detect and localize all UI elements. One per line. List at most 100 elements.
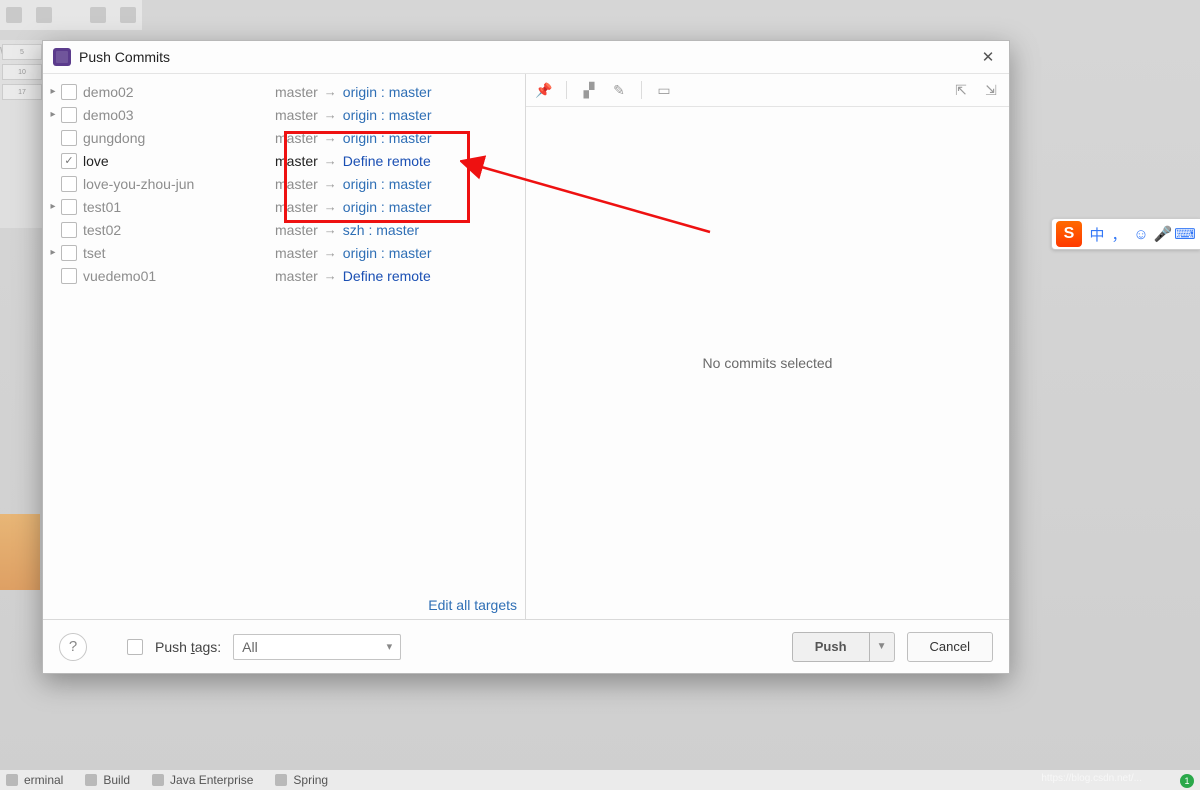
expand-icon[interactable]: ⇱ bbox=[951, 80, 971, 100]
ime-panel[interactable]: S 中 ， ☺ 🎤 ⌨ bbox=[1051, 218, 1200, 250]
help-icon[interactable]: ? bbox=[59, 633, 87, 661]
gutter: 5 10 17 bbox=[0, 40, 44, 228]
branch-mapping[interactable]: master→origin : master bbox=[275, 199, 432, 215]
expander-icon[interactable]: ▸ bbox=[47, 109, 59, 121]
arrow-icon: → bbox=[324, 153, 337, 168]
remote-branch-link[interactable]: origin : master bbox=[343, 245, 432, 261]
repo-name: love bbox=[83, 153, 213, 169]
repo-checkbox[interactable] bbox=[61, 199, 77, 215]
branch-mapping[interactable]: master → szh : master bbox=[275, 222, 419, 238]
repo-row[interactable]: ▸lovemaster→Define remote bbox=[43, 149, 525, 172]
repo-row[interactable]: ▸tsetmaster→origin : master bbox=[43, 241, 525, 264]
repo-checkbox[interactable] bbox=[61, 245, 77, 261]
repo-checkbox[interactable] bbox=[61, 153, 77, 169]
dialog-titlebar[interactable]: Push Commits ✕ bbox=[43, 41, 1009, 74]
expander-icon[interactable]: ▸ bbox=[47, 201, 59, 213]
remote-branch-link[interactable]: origin : master bbox=[343, 199, 432, 215]
remote-branch-link[interactable]: origin : master bbox=[343, 176, 432, 192]
push-button-group: Push ▼ bbox=[792, 632, 895, 662]
repo-checkbox[interactable] bbox=[61, 107, 77, 123]
ime-punct[interactable]: ， bbox=[1108, 224, 1130, 245]
ime-emoji-icon[interactable]: ☺ bbox=[1130, 226, 1152, 243]
repo-name: gungdong bbox=[83, 130, 213, 146]
push-tags-checkbox[interactable] bbox=[127, 639, 143, 655]
close-icon[interactable]: ✕ bbox=[977, 46, 999, 68]
status-tab[interactable]: erminal bbox=[6, 773, 63, 787]
repo-row[interactable]: ▸test02master→szh : master bbox=[43, 218, 525, 241]
arrow-icon: → bbox=[324, 245, 337, 260]
branch-mapping[interactable]: master→origin : master bbox=[275, 130, 432, 146]
status-tab[interactable]: Build bbox=[85, 773, 130, 787]
intellij-icon bbox=[53, 48, 71, 66]
collapse-icon[interactable]: ⇲ bbox=[981, 80, 1001, 100]
repo-checkbox[interactable] bbox=[61, 222, 77, 238]
java-icon bbox=[152, 774, 164, 786]
gutter-cell: 10 bbox=[2, 64, 42, 80]
status-tab[interactable]: Java Enterprise bbox=[152, 773, 253, 787]
branch-mapping[interactable]: master→origin : master bbox=[275, 84, 432, 100]
repo-name: test02 bbox=[83, 222, 213, 238]
edit-icon[interactable]: ✎ bbox=[609, 80, 629, 100]
define-remote-link[interactable]: Define remote bbox=[343, 153, 431, 169]
cancel-button[interactable]: Cancel bbox=[907, 632, 993, 662]
branch-mapping[interactable]: master → origin : master bbox=[275, 245, 432, 261]
arrow-icon: → bbox=[324, 268, 337, 283]
expander-icon[interactable]: ▸ bbox=[47, 86, 59, 98]
push-commits-dialog: Push Commits ✕ ▸demo02master→origin : ma… bbox=[42, 40, 1010, 674]
repo-checkbox[interactable] bbox=[61, 176, 77, 192]
branch-mapping[interactable]: master → Define remote bbox=[275, 153, 431, 169]
local-branch: master bbox=[275, 153, 318, 169]
repo-checkbox[interactable] bbox=[61, 268, 77, 284]
repo-row[interactable]: ▸demo03master→origin : master bbox=[43, 103, 525, 126]
expander-icon[interactable]: ▸ bbox=[47, 247, 59, 259]
ide-toolbar bbox=[0, 0, 142, 30]
edit-all-targets-link[interactable]: Edit all targets bbox=[43, 591, 525, 619]
push-tags-label: Push tags: bbox=[155, 639, 221, 655]
ime-lang[interactable]: 中 bbox=[1086, 224, 1108, 245]
gutter-cell: 17 bbox=[2, 84, 42, 100]
local-branch: master bbox=[275, 245, 318, 261]
ime-logo-icon[interactable]: S bbox=[1056, 221, 1082, 247]
branch-mapping[interactable]: master→Define remote bbox=[275, 268, 431, 284]
repo-row[interactable]: ▸love-you-zhou-junmaster→origin : master bbox=[43, 172, 525, 195]
push-tags-combo[interactable]: All bbox=[233, 634, 401, 660]
remote-branch-link[interactable]: origin : master bbox=[343, 84, 432, 100]
pin-icon[interactable]: 📌 bbox=[534, 80, 554, 100]
push-button[interactable]: Push bbox=[792, 632, 870, 662]
repo-list[interactable]: ▸demo02master→origin : master▸demo03mast… bbox=[43, 74, 525, 591]
separator bbox=[566, 81, 567, 99]
remote-branch-link[interactable]: origin : master bbox=[343, 107, 432, 123]
repo-checkbox[interactable] bbox=[61, 84, 77, 100]
status-tab[interactable]: Spring bbox=[275, 773, 328, 787]
repo-name: vuedemo01 bbox=[83, 268, 213, 284]
repo-row[interactable]: ▸test01master→origin : master bbox=[43, 195, 525, 218]
repo-row[interactable]: ▸demo02master→origin : master bbox=[43, 80, 525, 103]
watermark: https://blog.csdn.net/... bbox=[1041, 773, 1142, 784]
local-branch: master bbox=[275, 222, 318, 238]
repo-row[interactable]: ▸gungdongmaster→origin : master bbox=[43, 126, 525, 149]
define-remote-link[interactable]: Define remote bbox=[343, 268, 431, 284]
arrow-icon: → bbox=[324, 222, 337, 237]
remote-branch-link[interactable]: origin : master bbox=[343, 130, 432, 146]
panel-icon[interactable]: ▭ bbox=[654, 80, 674, 100]
build-icon bbox=[85, 774, 97, 786]
push-dropdown-icon[interactable]: ▼ bbox=[870, 632, 895, 662]
arrow-icon: → bbox=[324, 199, 337, 214]
ime-voice-icon[interactable]: 🎤 bbox=[1152, 225, 1174, 243]
repo-name: love-you-zhou-jun bbox=[83, 176, 213, 192]
arrow-icon: → bbox=[324, 84, 337, 99]
arrow-icon: → bbox=[324, 130, 337, 145]
minus-icon bbox=[120, 7, 136, 23]
branch-mapping[interactable]: master→origin : master bbox=[275, 176, 432, 192]
local-branch: master bbox=[275, 107, 318, 123]
ime-keyboard-icon[interactable]: ⌨ bbox=[1174, 225, 1196, 243]
diff-icon[interactable]: ▞ bbox=[579, 80, 599, 100]
repo-row[interactable]: ▸vuedemo01master→Define remote bbox=[43, 264, 525, 287]
arrow-icon: → bbox=[324, 107, 337, 122]
repo-checkbox[interactable] bbox=[61, 130, 77, 146]
bg-accent bbox=[0, 514, 40, 590]
remote-branch-link[interactable]: szh : master bbox=[343, 222, 419, 238]
notification-badge[interactable]: 1 bbox=[1180, 774, 1194, 788]
separator bbox=[641, 81, 642, 99]
branch-mapping[interactable]: master → origin : master bbox=[275, 107, 432, 123]
